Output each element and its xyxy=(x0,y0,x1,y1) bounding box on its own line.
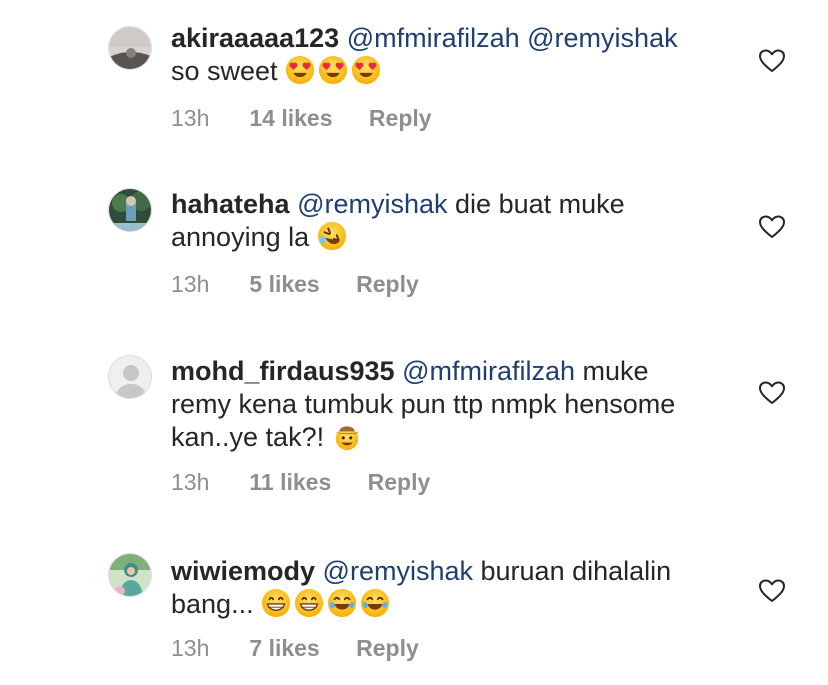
username[interactable]: wiwiemody xyxy=(171,556,315,586)
timestamp: 13h xyxy=(171,635,210,661)
comment-body: akiraaaaa123 @mfmirafilzah @remyishak so… xyxy=(171,22,731,88)
heart-outline-icon[interactable] xyxy=(759,215,785,239)
comment-text: die buat muke xyxy=(455,189,625,219)
likes-count[interactable]: 14 likes xyxy=(249,105,332,132)
timestamp: 13h xyxy=(171,469,210,495)
comment-meta: 13h 5 likes Reply xyxy=(171,271,419,298)
comment-text: remy kena tumbuk pun ttp nmpk hensome xyxy=(171,389,676,419)
comment-item: akiraaaaa123 @mfmirafilzah @remyishak so… xyxy=(0,0,828,160)
comment-item: mohd_firdaus935 @mfmirafilzah muke remy … xyxy=(0,325,828,525)
rofl-emoji xyxy=(317,221,347,251)
likes-count[interactable]: 7 likes xyxy=(249,635,319,662)
username[interactable]: hahateha xyxy=(171,189,290,219)
comment-body: mohd_firdaus935 @mfmirafilzah muke remy … xyxy=(171,355,731,454)
avatar[interactable] xyxy=(108,553,152,597)
reply-button[interactable]: Reply xyxy=(369,105,432,132)
comment-body: hahateha @remyishak die buat muke annoyi… xyxy=(171,188,731,254)
comment-item: wiwiemody @remyishak buruan dihalalin ba… xyxy=(0,525,828,685)
grin-emoji xyxy=(261,588,291,618)
reply-button[interactable]: Reply xyxy=(356,271,419,298)
reply-button[interactable]: Reply xyxy=(368,469,431,496)
heart-eyes-emoji xyxy=(351,55,381,85)
username[interactable]: mohd_firdaus935 xyxy=(171,356,395,386)
mention[interactable]: @mfmirafilzah xyxy=(347,23,520,53)
comment-item: hahateha @remyishak die buat muke annoyi… xyxy=(0,160,828,325)
heart-eyes-emoji xyxy=(318,55,348,85)
avatar[interactable] xyxy=(108,188,152,232)
likes-count[interactable]: 11 likes xyxy=(249,469,331,496)
mention[interactable]: @mfmirafilzah xyxy=(402,356,575,386)
mention[interactable]: @remyishak xyxy=(527,23,677,53)
timestamp: 13h xyxy=(171,105,210,131)
username[interactable]: akiraaaaa123 xyxy=(171,23,339,53)
cowboy-emoji xyxy=(332,421,362,451)
comment-meta: 13h 14 likes Reply xyxy=(171,105,432,132)
reply-button[interactable]: Reply xyxy=(356,635,419,662)
likes-count[interactable]: 5 likes xyxy=(249,271,319,298)
comment-meta: 13h 7 likes Reply xyxy=(171,635,419,662)
comment-text: annoying la xyxy=(171,222,310,252)
comment-text: buruan dihalalin xyxy=(480,556,672,586)
avatar[interactable] xyxy=(108,355,152,399)
tears-of-joy-emoji xyxy=(360,588,390,618)
timestamp: 13h xyxy=(171,271,210,297)
heart-eyes-emoji xyxy=(285,55,315,85)
tears-of-joy-emoji xyxy=(327,588,357,618)
heart-outline-icon[interactable] xyxy=(759,381,785,405)
mention[interactable]: @remyishak xyxy=(297,189,447,219)
comment-body: wiwiemody @remyishak buruan dihalalin ba… xyxy=(171,555,731,621)
comment-meta: 13h 11 likes Reply xyxy=(171,469,430,496)
comment-text: bang... xyxy=(171,589,254,619)
mention[interactable]: @remyishak xyxy=(323,556,473,586)
heart-outline-icon[interactable] xyxy=(759,579,785,603)
comment-text: muke xyxy=(582,356,649,386)
comment-text: so sweet xyxy=(171,56,278,86)
heart-outline-icon[interactable] xyxy=(759,49,785,73)
avatar[interactable] xyxy=(108,26,152,70)
grin-emoji xyxy=(294,588,324,618)
comment-text: kan..ye tak?! xyxy=(171,422,325,452)
